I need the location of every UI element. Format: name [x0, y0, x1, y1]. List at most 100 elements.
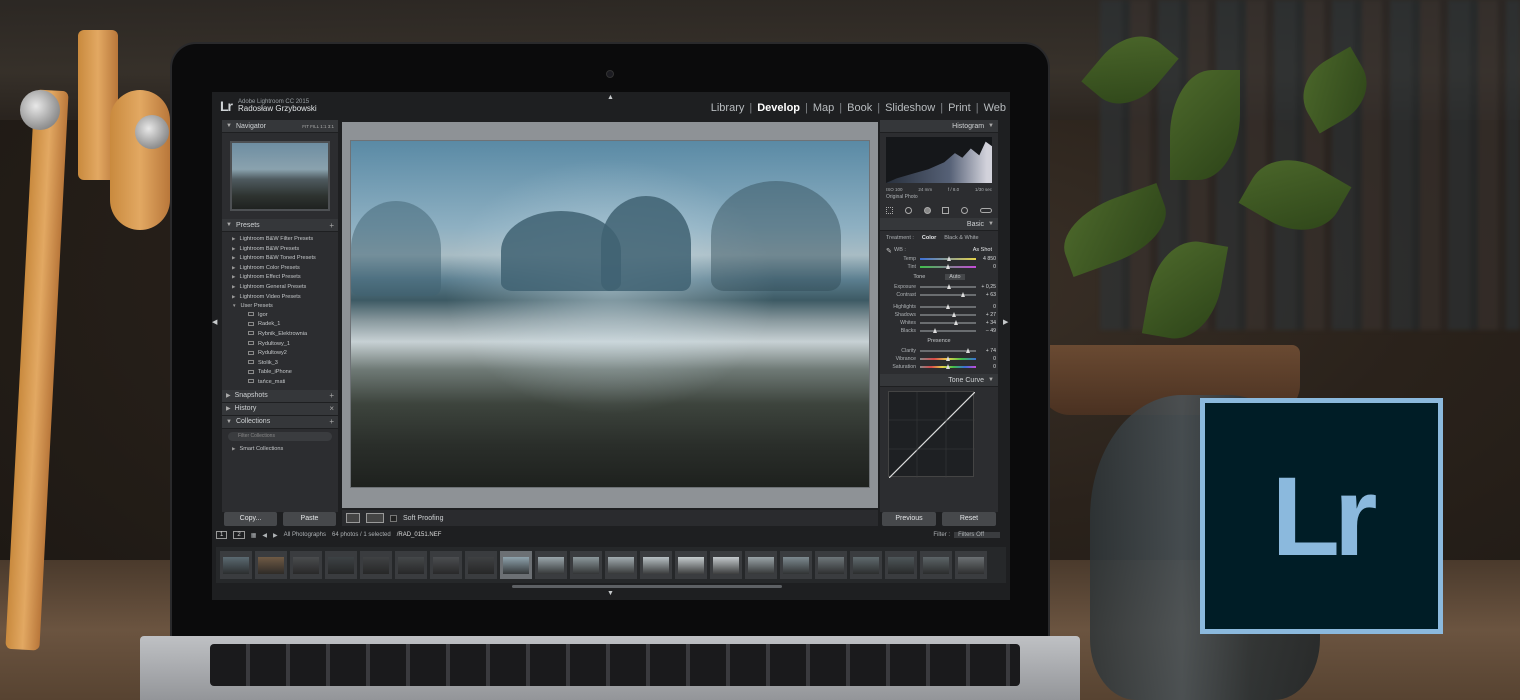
collections-header[interactable]: ▼ Collections +	[222, 415, 338, 429]
slider-thumb[interactable]	[947, 284, 952, 289]
slider-track[interactable]	[920, 304, 976, 309]
module-slideshow[interactable]: Slideshow	[885, 102, 935, 114]
navigator-header[interactable]: ▼ Navigator FIT FILL 1:1 3:1	[222, 120, 338, 133]
add-collection-icon[interactable]: +	[329, 417, 334, 426]
filmstrip-thumbnail[interactable]	[255, 551, 287, 579]
red-eye-icon[interactable]	[923, 206, 931, 214]
adjustment-brush-icon[interactable]	[979, 207, 992, 213]
slider-clarity[interactable]: Clarity + 74	[880, 347, 998, 355]
slider-value[interactable]: + 34	[976, 320, 996, 326]
slider-value[interactable]: 0	[976, 304, 996, 310]
filmstrip-thumbnail[interactable]	[640, 551, 672, 579]
preset-folder[interactable]: ▶ Lightroom General Presets	[232, 282, 338, 292]
slider-track[interactable]	[920, 364, 976, 369]
slider-track[interactable]	[920, 264, 976, 269]
filmstrip-thumbnail[interactable]	[675, 551, 707, 579]
slider-track[interactable]	[920, 348, 976, 353]
user-preset[interactable]: Radek_1	[232, 320, 338, 330]
collapse-left-icon[interactable]: ◀	[212, 318, 217, 326]
slider-value[interactable]: 0	[976, 356, 996, 362]
slider-value[interactable]: + 74	[976, 348, 996, 354]
histogram-graph[interactable]	[886, 137, 992, 183]
treatment-bw-option[interactable]: Black & White	[944, 235, 978, 241]
filmstrip-thumbnail[interactable]	[570, 551, 602, 579]
slider-thumb[interactable]	[952, 312, 957, 317]
slider-value[interactable]: + 0,25	[976, 284, 996, 290]
slider-thumb[interactable]	[946, 256, 951, 261]
module-library[interactable]: Library	[711, 102, 745, 114]
filmstrip-thumbnail[interactable]	[360, 551, 392, 579]
copy-button[interactable]: Copy...	[224, 512, 277, 526]
preset-folder[interactable]: ▶ Lightroom B&W Presets	[232, 244, 338, 254]
preset-folder[interactable]: ▶ Lightroom B&W Filter Presets	[232, 234, 338, 244]
module-print[interactable]: Print	[948, 102, 971, 114]
filmstrip-thumbnail[interactable]	[535, 551, 567, 579]
slider-highlights[interactable]: Highlights 0	[880, 303, 998, 311]
slider-contrast[interactable]: Contrast + 63	[880, 291, 998, 299]
user-preset[interactable]: Rydultowy2	[232, 349, 338, 359]
preset-folder[interactable]: ▶ Lightroom Video Presets	[232, 292, 338, 302]
slider-track[interactable]	[920, 312, 976, 317]
filmstrip-thumbnail[interactable]	[500, 551, 532, 579]
selected-file[interactable]: /RAD_0151.NEF	[397, 532, 442, 538]
snapshots-header[interactable]: ▶ Snapshots +	[222, 389, 338, 403]
preset-folder[interactable]: ▶ Lightroom Effect Presets	[232, 272, 338, 282]
module-develop[interactable]: Develop	[757, 102, 800, 114]
histogram-header[interactable]: Histogram ▼	[880, 120, 998, 133]
back-arrow-icon[interactable]: ◀	[262, 532, 267, 539]
slider-value[interactable]: 0	[976, 264, 996, 270]
forward-arrow-icon[interactable]: ▶	[273, 532, 278, 539]
slider-track[interactable]	[920, 284, 976, 289]
filmstrip-thumbnail[interactable]	[885, 551, 917, 579]
filter-select[interactable]: Filters Off	[954, 532, 1000, 538]
slider-track[interactable]	[920, 320, 976, 325]
slider-thumb[interactable]	[954, 320, 959, 325]
module-book[interactable]: Book	[847, 102, 872, 114]
module-web[interactable]: Web	[984, 102, 1006, 114]
filmstrip-thumbnail[interactable]	[290, 551, 322, 579]
radial-filter-icon[interactable]	[961, 206, 969, 214]
treatment-color-option[interactable]: Color	[922, 235, 936, 241]
tone-curve-header[interactable]: Tone Curve ▼	[880, 374, 998, 387]
add-snapshot-icon[interactable]: +	[329, 391, 334, 400]
grid-view-icon[interactable]: ▦	[251, 532, 257, 539]
module-map[interactable]: Map	[813, 102, 834, 114]
preset-folder[interactable]: ▼ User Presets	[232, 301, 338, 311]
slider-tint[interactable]: Tint 0	[880, 263, 998, 271]
filmstrip-thumbnail[interactable]	[745, 551, 777, 579]
filmstrip-thumbnail[interactable]	[325, 551, 357, 579]
filmstrip-thumbnail[interactable]	[850, 551, 882, 579]
slider-exposure[interactable]: Exposure + 0,25	[880, 283, 998, 291]
slider-track[interactable]	[920, 328, 976, 333]
slider-whites[interactable]: Whites + 34	[880, 319, 998, 327]
user-preset[interactable]: Stolik_3	[232, 359, 338, 369]
slider-track[interactable]	[920, 256, 976, 261]
slider-vibrance[interactable]: Vibrance 0	[880, 355, 998, 363]
slider-track[interactable]	[920, 292, 976, 297]
slider-thumb[interactable]	[945, 264, 950, 269]
slider-thumb[interactable]	[965, 348, 970, 353]
slider-track[interactable]	[920, 356, 976, 361]
preset-folder[interactable]: ▶ Lightroom Color Presets	[232, 263, 338, 273]
second-window-button[interactable]: 2	[233, 531, 245, 539]
filmstrip-thumbnail[interactable]	[430, 551, 462, 579]
soft-proofing-checkbox[interactable]	[390, 514, 397, 522]
main-photo[interactable]	[350, 140, 870, 488]
basic-header[interactable]: Basic ▼	[880, 218, 998, 231]
crop-tool-icon[interactable]	[886, 206, 893, 214]
graduated-filter-icon[interactable]	[942, 206, 950, 214]
filmstrip-thumbnail[interactable]	[815, 551, 847, 579]
filmstrip-thumbnail[interactable]	[605, 551, 637, 579]
wb-select[interactable]: As Shot	[973, 247, 992, 253]
filmstrip-thumbnail[interactable]	[780, 551, 812, 579]
slider-blacks[interactable]: Blacks – 49	[880, 327, 998, 335]
filmstrip-thumbnail[interactable]	[395, 551, 427, 579]
slider-value[interactable]: – 49	[976, 328, 996, 334]
paste-button[interactable]: Paste	[283, 512, 336, 526]
slider-thumb[interactable]	[945, 364, 950, 369]
slider-value[interactable]: 4 850	[976, 256, 996, 262]
slider-saturation[interactable]: Saturation 0	[880, 363, 998, 371]
user-preset[interactable]: Rybnik_Elektrownia	[232, 330, 338, 340]
slider-value[interactable]: 0	[976, 364, 996, 370]
compare-view-icon[interactable]	[366, 513, 384, 523]
